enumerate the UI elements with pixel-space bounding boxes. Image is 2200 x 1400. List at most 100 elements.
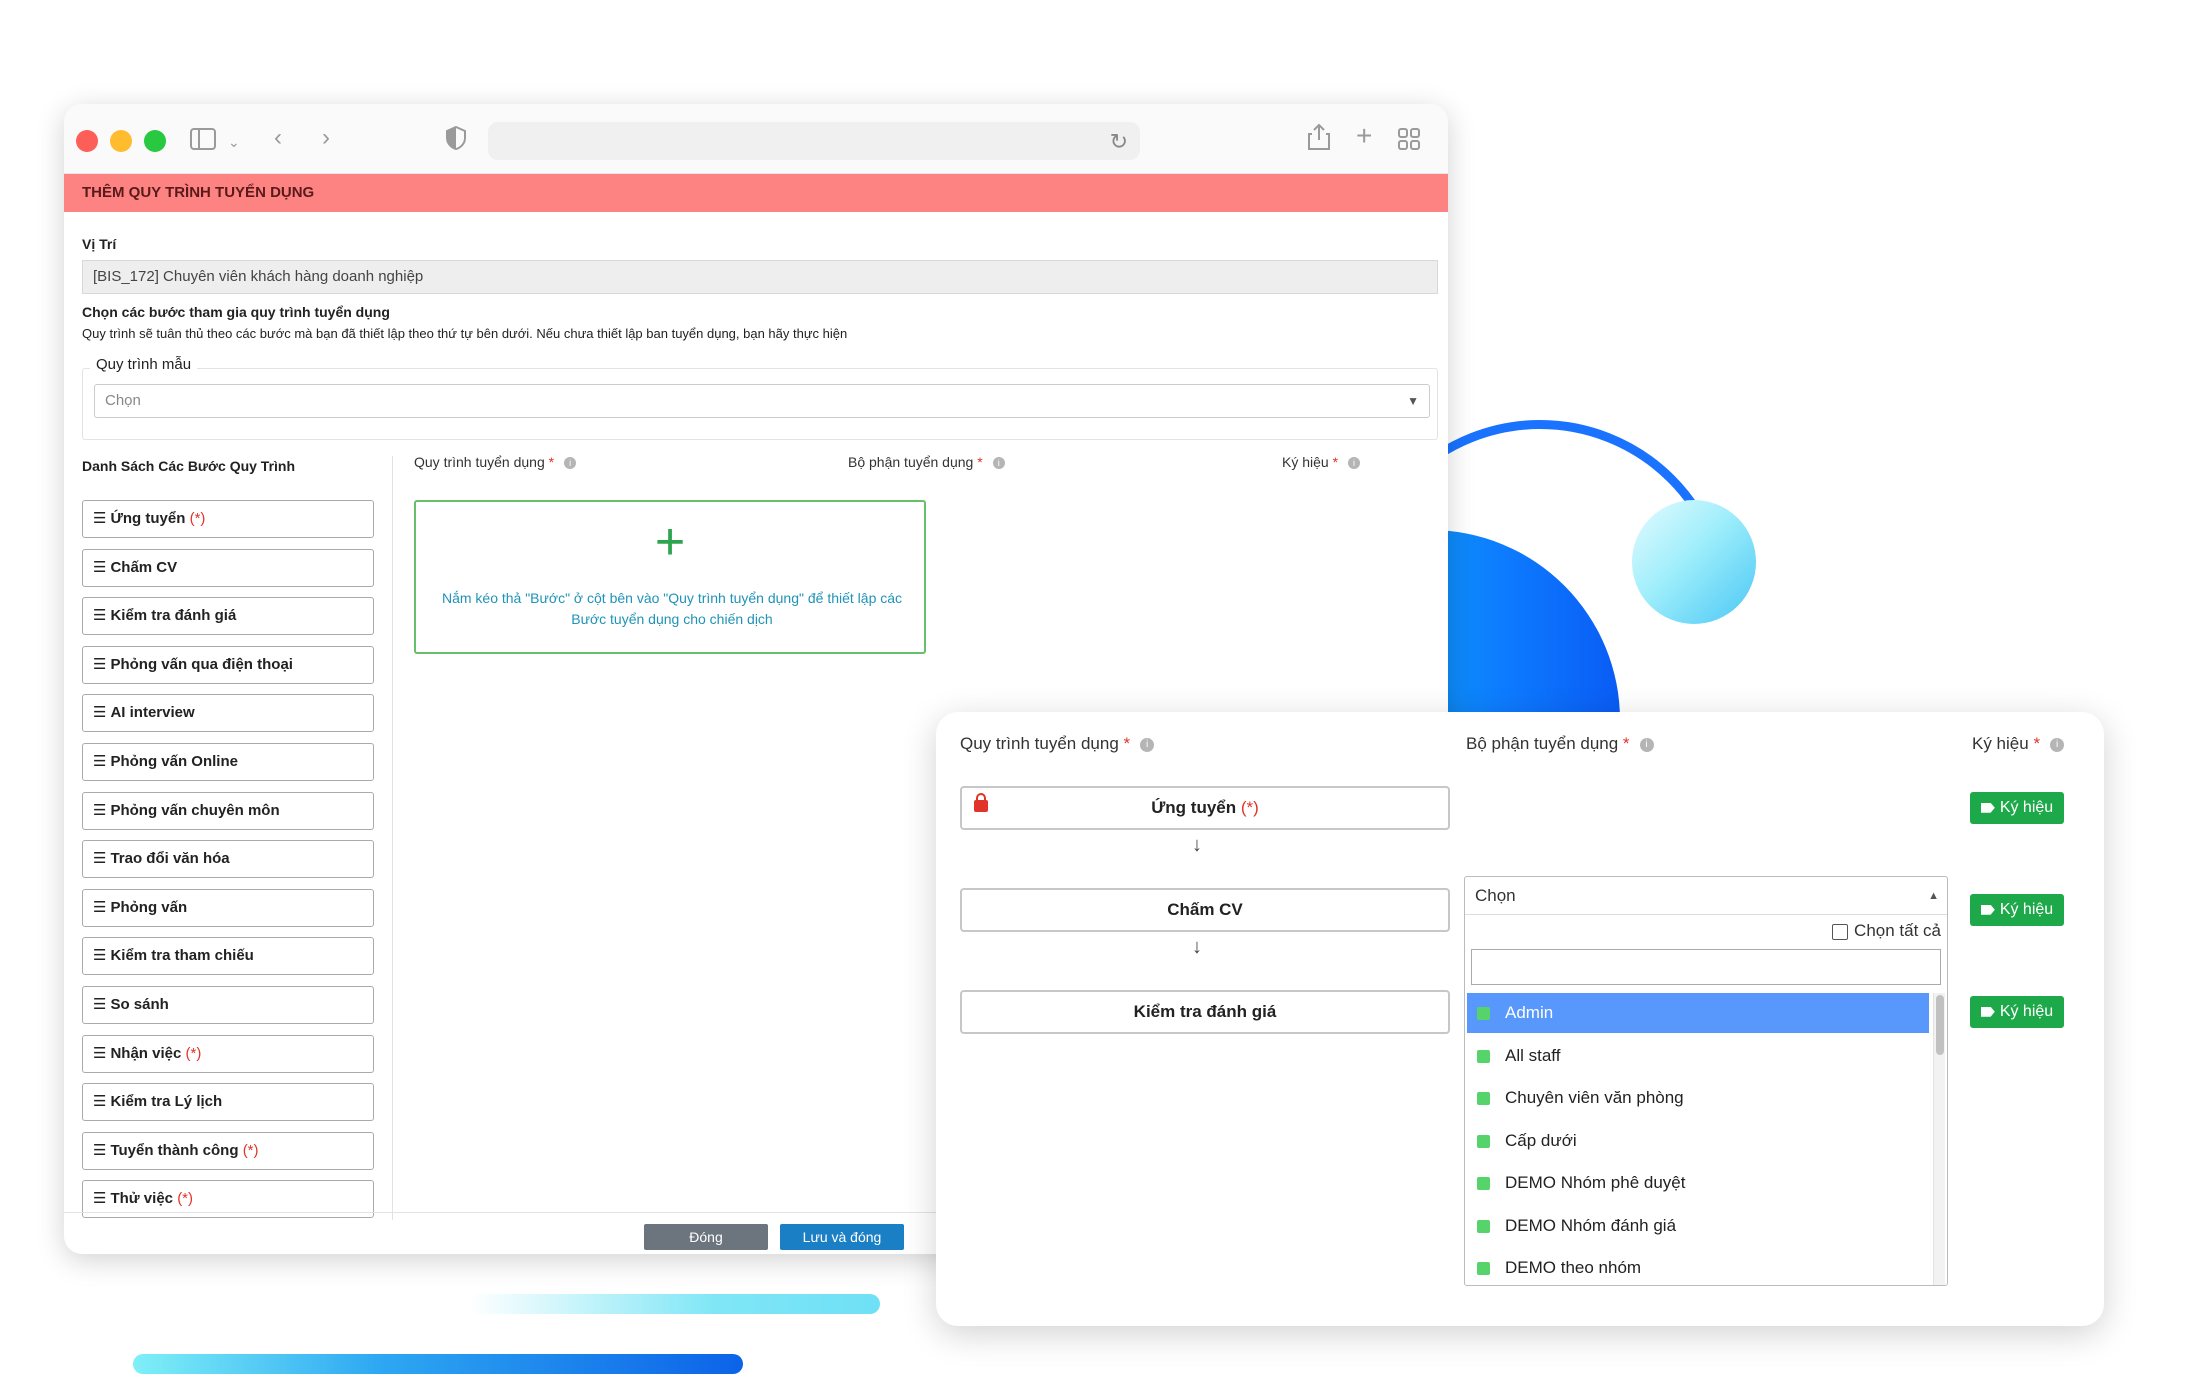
step-item[interactable]: ☰ Phỏng vấn chuyên môn: [82, 791, 374, 830]
drag-handle-icon[interactable]: ☰: [93, 1093, 106, 1110]
symbol-button[interactable]: Ký hiệu: [1970, 996, 2064, 1028]
modal-title: THÊM QUY TRÌNH TUYỂN DỤNG: [64, 174, 1448, 212]
process-dropzone[interactable]: + Nắm kéo thả "Bước" ở cột bên vào "Quy …: [414, 500, 926, 654]
drag-handle-icon[interactable]: ☰: [93, 559, 106, 576]
back-icon[interactable]: ‹: [274, 126, 282, 150]
dropdown-option[interactable]: Admin: [1467, 993, 1929, 1033]
card-symbol-header: Ký hiệu * i: [1972, 734, 2065, 754]
flow-step-apply[interactable]: Ứng tuyển (*): [960, 786, 1450, 830]
dropzone-hint: Nắm kéo thả "Bước" ở cột bên vào "Quy tr…: [441, 590, 903, 627]
drag-handle-icon[interactable]: ☰: [93, 607, 106, 624]
card-department-header: Bộ phận tuyển dụng * i: [1466, 734, 1654, 754]
drag-handle-icon[interactable]: ☰: [93, 704, 106, 721]
tag-icon: [1980, 904, 1995, 915]
info-icon[interactable]: i: [2050, 737, 2065, 752]
drag-handle-icon[interactable]: ☰: [93, 1190, 106, 1207]
info-icon[interactable]: i: [1639, 737, 1654, 752]
decorative-sphere: [1632, 500, 1756, 624]
flow-step-assessment[interactable]: Kiểm tra đánh giá: [960, 990, 1450, 1034]
browser-toolbar: ⌄ ‹ › ↻ +: [64, 104, 1448, 174]
drag-handle-icon[interactable]: ☰: [93, 753, 106, 770]
process-column-header: Quy trình tuyển dụng * i: [414, 454, 577, 470]
step-item[interactable]: ☰ Trao đổi văn hóa: [82, 840, 374, 879]
step-item[interactable]: ☰ Kiểm tra tham chiếu: [82, 937, 374, 976]
info-icon[interactable]: i: [992, 457, 1005, 470]
chevron-up-icon: ▲: [1928, 890, 1939, 902]
dropdown-option[interactable]: Chuyên viên văn phòng: [1467, 1078, 1929, 1118]
flow-step-cv-review[interactable]: Chấm CV: [960, 888, 1450, 932]
sidebar-icon[interactable]: [190, 128, 216, 155]
template-select[interactable]: Chọn ▼: [94, 384, 1430, 418]
dropdown-option[interactable]: DEMO Nhóm phê duyệt: [1467, 1163, 1929, 1203]
dropdown-scrollbar[interactable]: [1933, 993, 1945, 1285]
save-and-close-button[interactable]: Lưu và đóng: [780, 1224, 904, 1250]
chevron-down-icon[interactable]: ⌄: [228, 130, 240, 154]
symbol-button[interactable]: Ký hiệu: [1970, 894, 2064, 926]
group-color-icon: [1477, 1219, 1490, 1233]
step-item[interactable]: ☰ Phỏng vấn Online: [82, 743, 374, 781]
step-item[interactable]: ☰ Chấm CV: [82, 548, 374, 587]
step-item[interactable]: ☰ Phỏng vấn qua điện thoại: [82, 645, 374, 684]
drag-handle-icon[interactable]: ☰: [93, 656, 106, 673]
step-item[interactable]: ☰ AI interview: [82, 694, 374, 733]
step-item[interactable]: ☰ Kiểm tra Lý lịch: [82, 1083, 374, 1122]
template-label: Quy trình mẫu: [90, 356, 198, 373]
drag-handle-icon[interactable]: ☰: [93, 899, 106, 916]
symbol-column-header: Ký hiệu * i: [1282, 454, 1361, 470]
column-divider: [392, 456, 393, 1220]
department-select[interactable]: Chọn ▲: [1465, 877, 1947, 915]
drag-handle-icon[interactable]: ☰: [93, 1045, 106, 1062]
dropdown-option[interactable]: DEMO Nhóm đánh giá: [1467, 1206, 1929, 1246]
chevron-down-icon: ▼: [1407, 394, 1419, 408]
drag-handle-icon[interactable]: ☰: [93, 1142, 106, 1159]
group-color-icon: [1477, 1262, 1490, 1275]
step-item[interactable]: ☰ Nhận việc (*): [82, 1034, 374, 1073]
address-bar[interactable]: ↻: [488, 122, 1140, 160]
tag-icon: [1980, 802, 1995, 813]
department-column-header: Bộ phận tuyển dụng * i: [848, 454, 1005, 470]
dropdown-search-input[interactable]: [1471, 949, 1941, 985]
minimize-window-button[interactable]: [110, 130, 132, 152]
drag-handle-icon[interactable]: ☰: [93, 947, 106, 964]
group-color-icon: [1477, 1049, 1490, 1063]
group-color-icon: [1477, 1134, 1490, 1148]
decorative-bar: [133, 1354, 743, 1374]
symbol-button[interactable]: Ký hiệu: [1970, 792, 2064, 824]
step-item[interactable]: ☰ So sánh: [82, 986, 374, 1024]
step-item[interactable]: ☰ Kiểm tra đánh giá: [82, 597, 374, 636]
tag-icon: [1980, 1006, 1995, 1017]
step-item[interactable]: ☰ Ứng tuyển (*): [82, 500, 374, 538]
drag-handle-icon[interactable]: ☰: [93, 802, 106, 819]
step-item[interactable]: ☰ Phỏng vấn: [82, 888, 374, 927]
position-field: [BIS_172] Chuyên viên khách hàng doanh n…: [82, 260, 1438, 294]
down-arrow-icon: ↓: [1192, 834, 1202, 856]
department-dropdown[interactable]: Chọn ▲ Chọn tất cả Admin All staff Chuyên …: [1464, 876, 1948, 1286]
drag-handle-icon[interactable]: ☰: [93, 996, 106, 1013]
drag-handle-icon[interactable]: ☰: [93, 850, 106, 867]
checkbox[interactable]: [1832, 923, 1849, 940]
close-window-button[interactable]: [76, 130, 98, 152]
drag-handle-icon[interactable]: ☰: [93, 510, 106, 527]
info-icon[interactable]: i: [1348, 457, 1361, 470]
forward-icon[interactable]: ›: [322, 126, 330, 150]
group-color-icon: [1477, 1177, 1490, 1190]
dropdown-option[interactable]: All staff: [1467, 1036, 1929, 1076]
steps-list-title: Danh Sách Các Bước Quy Trình: [82, 458, 296, 474]
scrollbar-thumb[interactable]: [1936, 995, 1944, 1055]
dropdown-option[interactable]: Cấp dưới: [1467, 1121, 1929, 1161]
close-button[interactable]: Đóng: [644, 1224, 768, 1250]
choose-steps-label: Chọn các bước tham gia quy trình tuyển d…: [82, 304, 390, 320]
choose-steps-hint: Quy trình sẽ tuân thủ theo các bước mà b…: [82, 326, 848, 341]
maximize-window-button[interactable]: [144, 130, 166, 152]
select-all-checkbox[interactable]: Chọn tất cả: [1832, 921, 1941, 941]
info-icon[interactable]: i: [1140, 737, 1155, 752]
reload-icon[interactable]: ↻: [1110, 129, 1128, 155]
step-item[interactable]: ☰ Tuyển thành công (*): [82, 1131, 374, 1170]
tab-overview-icon[interactable]: [1398, 128, 1420, 155]
group-color-icon: [1477, 1092, 1490, 1105]
info-icon[interactable]: i: [564, 457, 577, 470]
share-icon[interactable]: [1308, 123, 1330, 155]
dropdown-option[interactable]: DEMO theo nhóm: [1467, 1248, 1929, 1285]
group-color-icon: [1477, 1007, 1490, 1020]
new-tab-icon[interactable]: +: [1356, 122, 1372, 150]
